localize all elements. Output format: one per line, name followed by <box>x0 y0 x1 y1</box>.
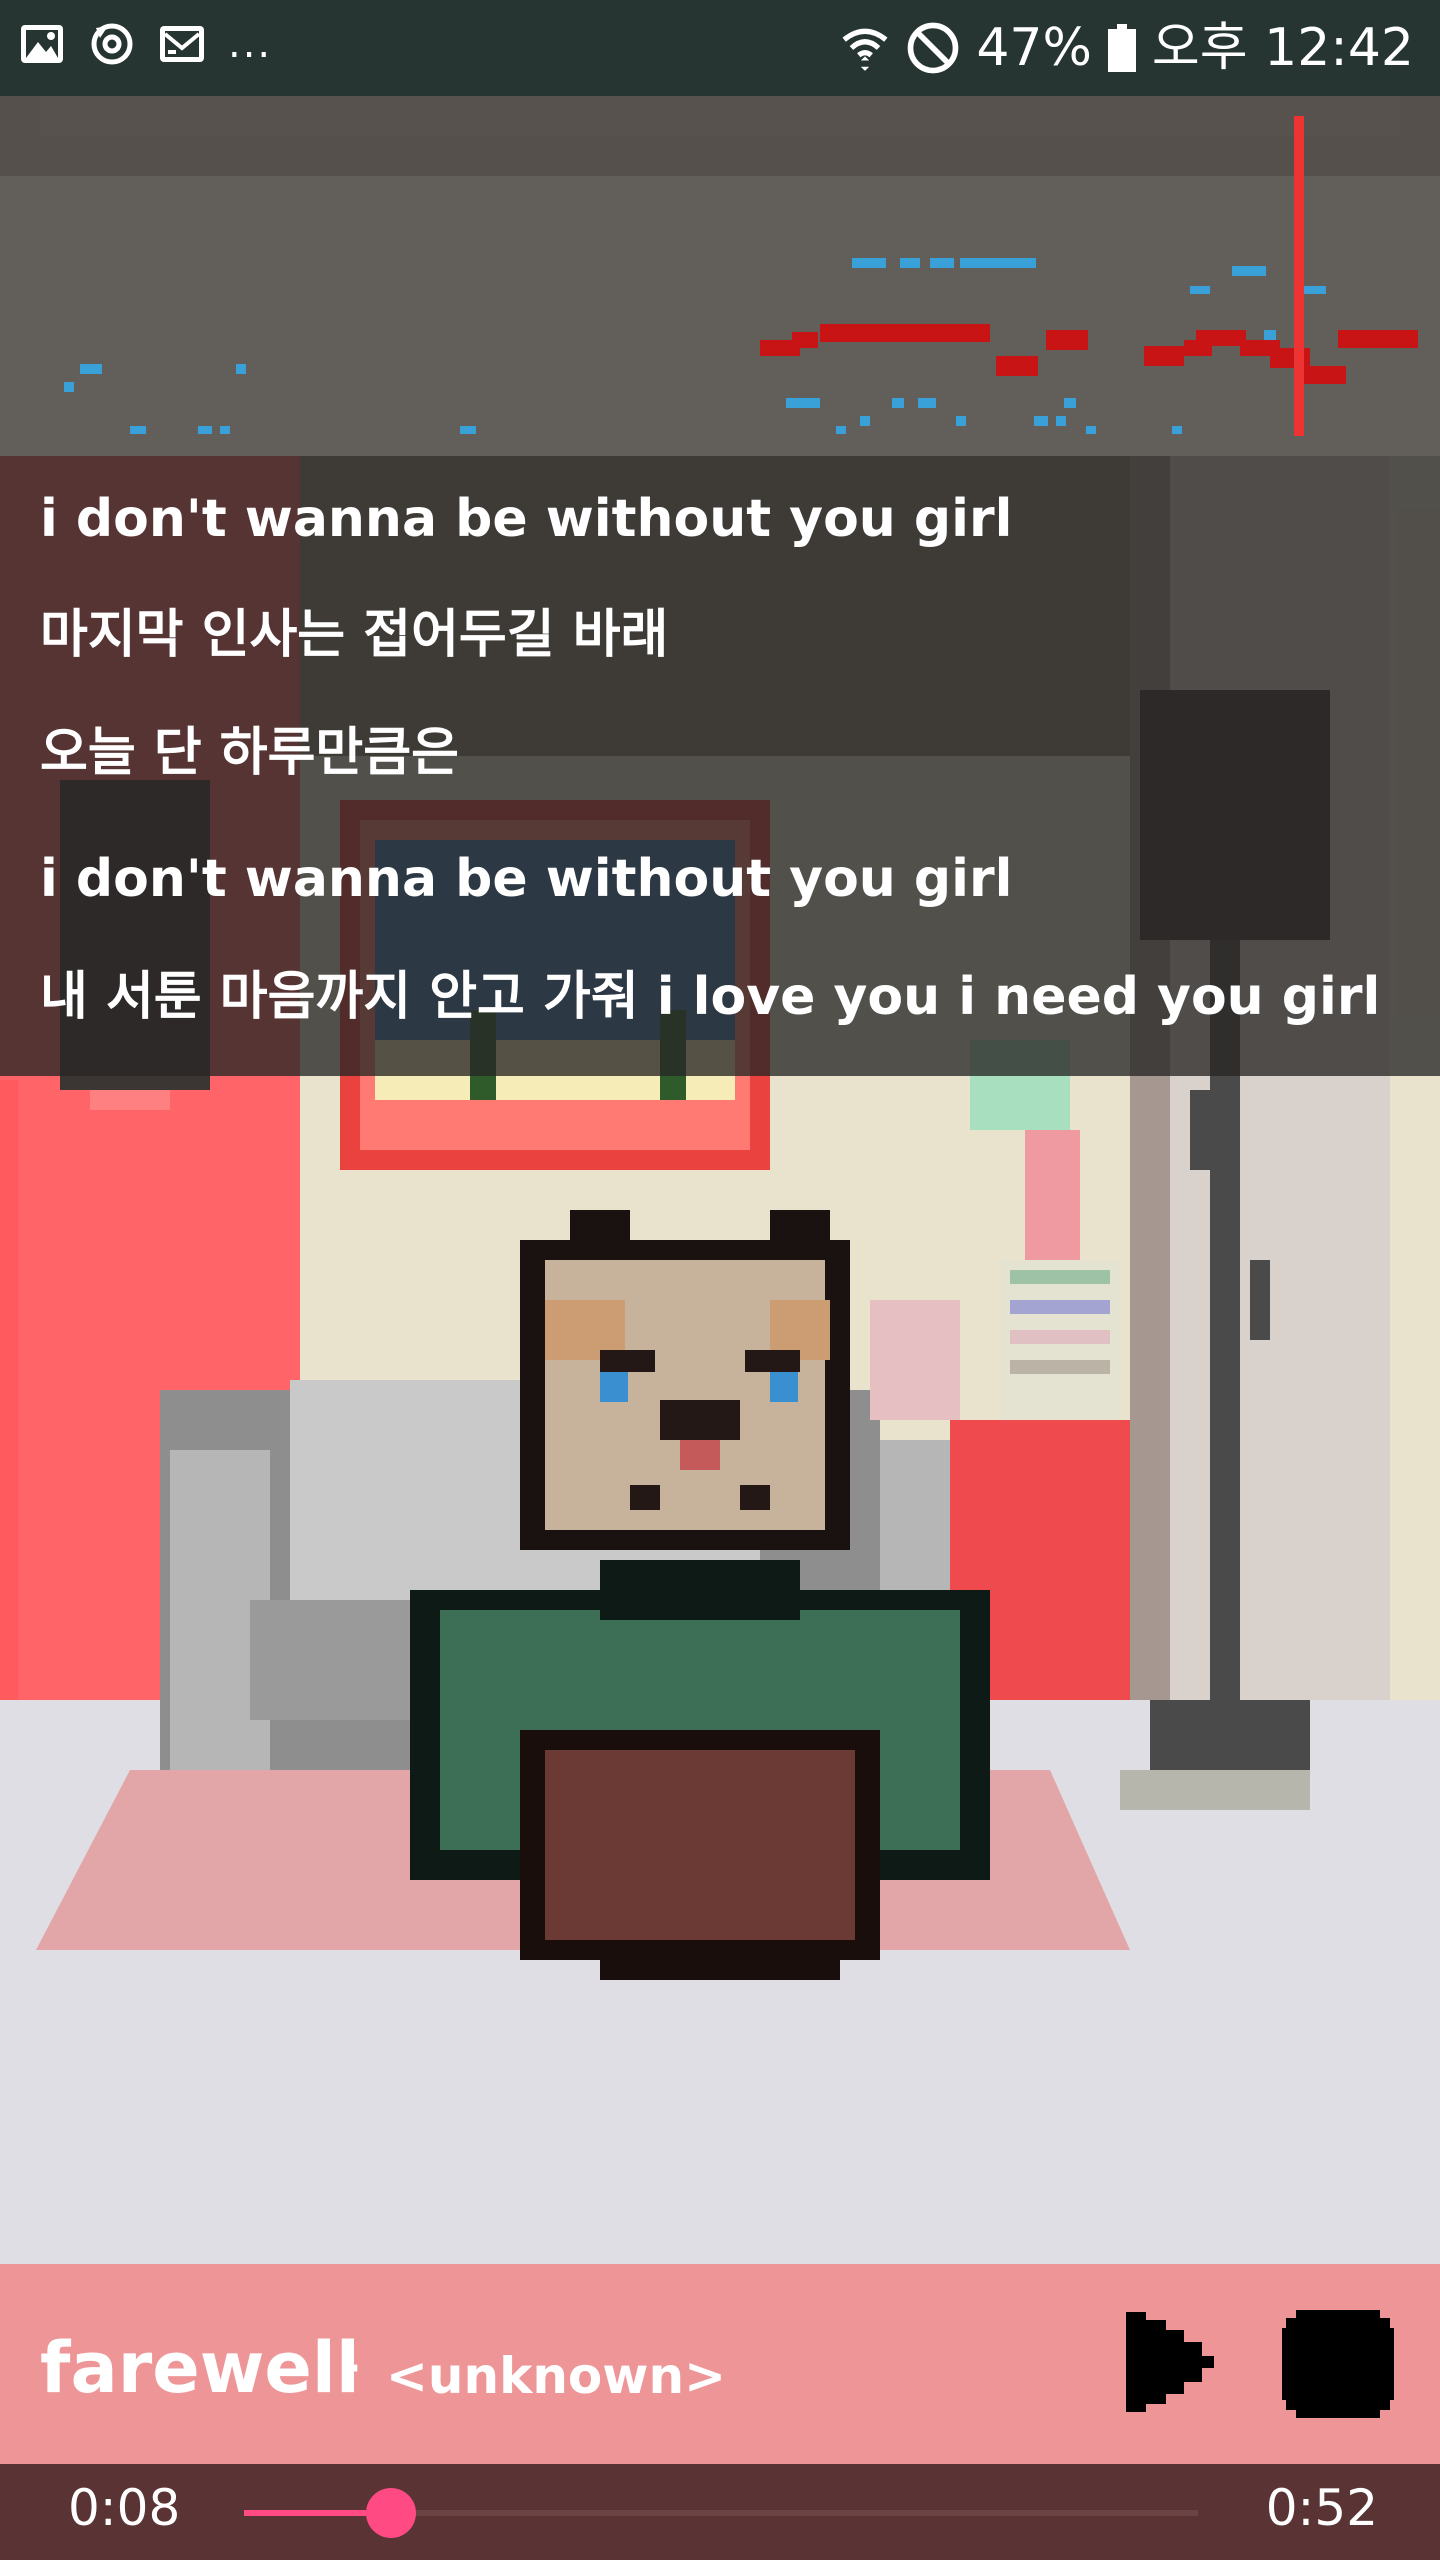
more-notifications: ... <box>228 21 273 67</box>
lyrics-panel: i don't wanna be without you girl 마지막 인사… <box>0 456 1440 1076</box>
battery-percent: 47% <box>976 18 1092 78</box>
lyric-line-1: i don't wanna be without you girl <box>40 489 1013 549</box>
notification-icons: ... <box>18 20 272 68</box>
battery-icon <box>1107 24 1136 72</box>
song-title: farewell <box>40 2327 360 2409</box>
do-not-disturb-icon <box>908 22 959 74</box>
song-artist: <unknown> <box>386 2347 726 2405</box>
pitch-visualizer <box>0 96 1440 456</box>
lyric-line-4: i don't wanna be without you girl <box>40 849 1013 909</box>
gallery-icon <box>21 25 63 63</box>
total-time: 0:52 <box>1265 2479 1378 2537</box>
play-button[interactable] <box>1126 2312 1226 2412</box>
stop-button[interactable] <box>1282 2310 1394 2418</box>
system-icons: 47% 오후 12:42 <box>840 14 1414 82</box>
current-time: 0:08 <box>68 2479 181 2537</box>
playhead <box>1294 116 1304 436</box>
wifi-icon <box>842 28 888 71</box>
status-bar: ... 47% 오후 12:42 <box>0 0 1440 96</box>
clock: 오후 12:42 <box>1151 18 1414 78</box>
guide-notes <box>64 258 1326 434</box>
sync-icon <box>91 23 133 65</box>
seek-thumb[interactable] <box>365 2488 416 2538</box>
lyric-line-2: 마지막 인사는 접어두길 바래 <box>40 605 669 665</box>
stop-icon <box>1282 2310 1394 2418</box>
lyric-line-3: 오늘 단 하루만큼은 <box>40 723 459 783</box>
lyric-line-5: 내 서툰 마음까지 안고 가줘 i love you i need you gi… <box>40 967 1381 1027</box>
email-icon <box>160 26 204 62</box>
sung-notes <box>760 324 1418 384</box>
play-icon <box>1126 2312 1214 2412</box>
title-separator: - <box>340 2338 360 2394</box>
